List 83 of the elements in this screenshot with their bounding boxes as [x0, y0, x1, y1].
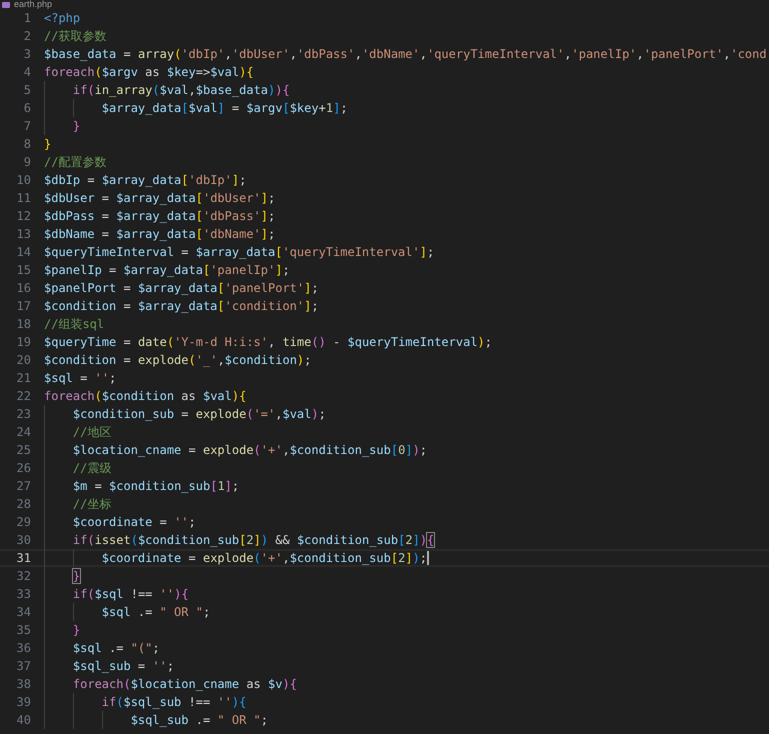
line-number: 4 [22, 64, 31, 81]
code-line: $queryTimeInterval = $array_data['queryTimeInterval']; [44, 244, 434, 261]
line-number: 10 [16, 172, 31, 189]
code-line: $panelIp = $array_data['panelIp']; [44, 262, 290, 279]
code-line: $coordinate = ''; [72, 514, 196, 531]
line-number: 7 [22, 118, 31, 135]
code-line: $condition = $array_data['condition']; [44, 298, 319, 315]
file-tab[interactable]: earth.php [14, 0, 52, 9]
code-line: $dbPass = $array_data['dbPass']; [44, 208, 276, 225]
line-number: 30 [16, 532, 31, 549]
line-number: 15 [16, 262, 31, 279]
code-line: if($sql !== ''){ [72, 586, 189, 603]
line-number: 36 [16, 640, 31, 657]
line-number: 31 [16, 550, 31, 567]
code-line: } [44, 136, 52, 153]
line-number: 3 [22, 46, 31, 63]
line-number: 16 [16, 280, 31, 297]
code-line: } [72, 568, 80, 585]
file-icon [2, 2, 10, 8]
line-number: 37 [16, 658, 31, 675]
code-line: //配置参数 [44, 154, 106, 171]
line-number: 19 [16, 334, 31, 351]
line-number: 33 [16, 586, 31, 603]
code-line: if(isset($condition_sub[2]) && $condition_sub[2]){ [72, 532, 434, 549]
code-line: $sql = ''; [44, 370, 116, 387]
code-line: foreach($argv as $key=>$val){ [44, 64, 254, 81]
line-number: 20 [16, 352, 31, 369]
code-line: //组装sql [44, 316, 104, 333]
line-number: 18 [16, 316, 31, 333]
line-number: 2 [22, 28, 31, 45]
line-number: 13 [16, 226, 31, 243]
line-number: 12 [16, 208, 31, 225]
code-line: if(in_array($val,$base_data)){ [72, 82, 290, 99]
line-number: 11 [16, 190, 31, 207]
code-line: foreach($condition as $val){ [44, 388, 246, 405]
line-number: 21 [16, 370, 31, 387]
code-line: $location_cname = explode('+',$condition_sub[0]); [72, 442, 428, 459]
line-number: 17 [16, 298, 31, 315]
line-number: 38 [16, 676, 31, 693]
code-line: } [72, 118, 80, 135]
code-line: $base_data = array('dbIp','dbUser','dbPass','dbName','queryTimeInterval','panelIp','panelPort','cond [44, 46, 767, 63]
line-number: 28 [16, 496, 31, 513]
code-line: $dbUser = $array_data['dbUser']; [44, 190, 276, 207]
line-number: 6 [22, 100, 31, 117]
line-number: 9 [22, 154, 31, 171]
line-number: 40 [16, 712, 31, 729]
code-line: $sql_sub .= " OR "; [130, 712, 268, 729]
line-number: 26 [16, 460, 31, 477]
line-number: 22 [16, 388, 31, 405]
text-cursor [427, 551, 430, 565]
code-line: $queryTime = date('Y-m-d H:i:s', time() - $queryTimeInterval); [44, 334, 492, 351]
code-line: //震级 [72, 460, 112, 477]
line-number: 27 [16, 478, 31, 495]
code-line: $sql .= " OR "; [100, 604, 210, 621]
code-line: $m = $condition_sub[1]; [72, 478, 240, 495]
code-line: $dbIp = $array_data['dbIp']; [44, 172, 246, 189]
code-line: if($sql_sub !== ''){ [100, 694, 246, 711]
code-line: $panelPort = $array_data['panelPort']; [44, 280, 319, 297]
line-number: 32 [16, 568, 31, 585]
line-number: 39 [16, 694, 31, 711]
line-number: 8 [22, 136, 31, 153]
line-number: 25 [16, 442, 31, 459]
line-number: 29 [16, 514, 31, 531]
code-line: $dbName = $array_data['dbName']; [44, 226, 276, 243]
code-line: <?php [44, 10, 80, 27]
code-line: $sql .= "("; [72, 640, 160, 657]
code-line: //地区 [72, 424, 112, 441]
code-line: $condition = explode('_',$condition); [44, 352, 312, 369]
line-number: 14 [16, 244, 31, 261]
line-number: 34 [16, 604, 31, 621]
code-line: //坐标 [72, 496, 112, 513]
code-line: $sql_sub = ''; [72, 658, 174, 675]
code-line: $array_data[$val] = $argv[$key+1]; [100, 100, 348, 117]
line-number: 24 [16, 424, 31, 441]
line-number: 5 [22, 82, 31, 99]
code-line: $condition_sub = explode('=',$val); [72, 406, 326, 423]
line-number: 23 [16, 406, 31, 423]
line-number: 1 [22, 10, 31, 27]
line-number: 35 [16, 622, 31, 639]
code-line: foreach($location_cname as $v){ [72, 676, 297, 693]
code-line: } [72, 622, 80, 639]
code-line: //获取参数 [44, 28, 106, 45]
code-line: $coordinate = explode('+',$condition_sub[2]); [100, 550, 428, 567]
